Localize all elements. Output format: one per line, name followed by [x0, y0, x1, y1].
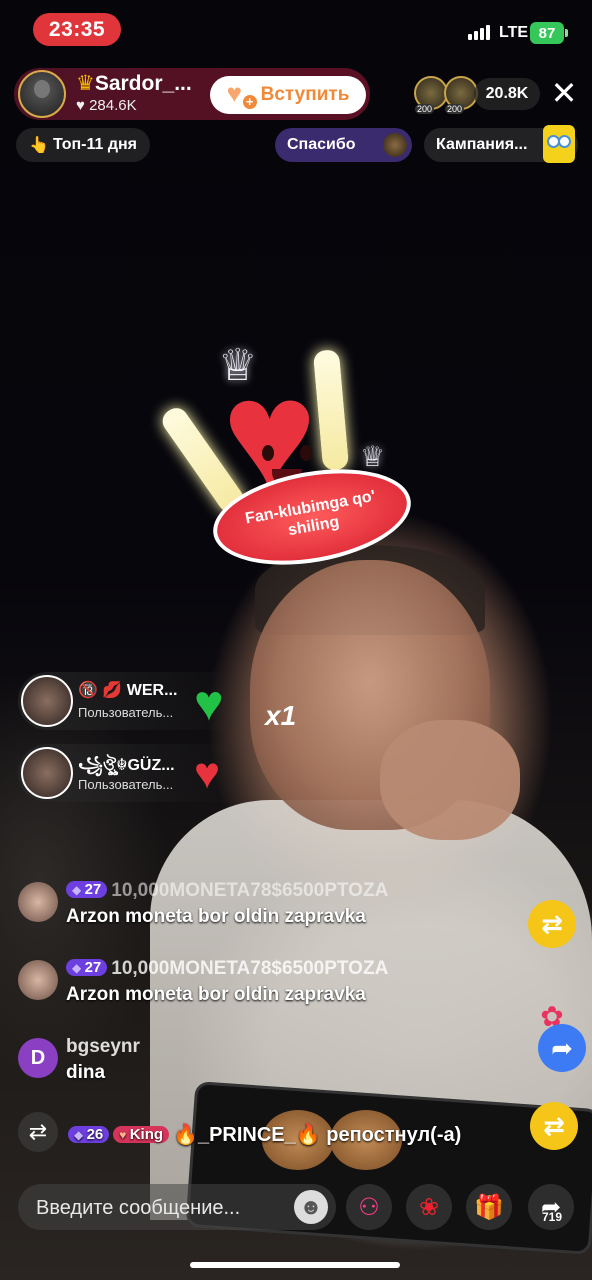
chat-avatar[interactable] — [18, 882, 58, 922]
signal-icon — [468, 25, 490, 40]
message-input-bar[interactable]: ☻ — [18, 1184, 336, 1232]
repost-button[interactable]: ⇄ — [530, 1102, 578, 1150]
streamer-hand — [380, 720, 520, 840]
repost-username: 🔥_PRINCE_🔥 — [173, 1124, 321, 1146]
gift-sender-sub: Пользователь... — [78, 705, 174, 720]
chat-avatar[interactable] — [18, 960, 58, 1000]
join-fan-club-button[interactable]: Вступить — [210, 76, 366, 114]
join-label: Вступить — [260, 84, 350, 105]
emoji-icon[interactable]: ☻ — [294, 1190, 328, 1224]
king-badge: King — [113, 1126, 170, 1143]
chat-username: bgseynr — [66, 1036, 140, 1057]
repost-notice: 26King🔥_PRINCE_🔥 репостнул(-а) — [68, 1122, 461, 1147]
gift-sender-avatar[interactable] — [21, 747, 73, 799]
thanks-label: Спасибо — [287, 136, 356, 153]
viewer-badge: 200 — [445, 104, 465, 114]
tiara-icon: ♕ — [360, 441, 386, 472]
top-ranking-label: Топ-11 дня — [52, 136, 137, 153]
viewer-count[interactable]: 20.8K — [474, 78, 540, 110]
battery-icon: 87 — [530, 22, 568, 44]
repost-icon: ⇄ — [18, 1112, 58, 1152]
campaign-label: Кампания... — [436, 136, 528, 153]
viewer-badge: 200 — [415, 104, 435, 114]
network-type: LTE — [499, 24, 529, 41]
chat-text: Arzon moneta bor oldin zapravka — [66, 906, 366, 927]
gift-sender-sub: Пользователь... — [78, 777, 174, 792]
top-viewer-avatar[interactable]: 200 — [444, 76, 478, 114]
chat-text: dina — [66, 1062, 106, 1083]
gift-sender-name: 🔞 💋 WER... — [78, 682, 178, 699]
gift-multiplier: x1 — [265, 700, 297, 731]
fan-club-sticker[interactable]: ♕ ♕ Fan-klubimga qo'shiling — [157, 340, 440, 600]
green-heart-gift-icon: ♥ — [194, 675, 224, 731]
heart-mascot-gift-icon: ♥ — [194, 749, 221, 798]
thanks-avatar — [383, 133, 407, 157]
chat-username: 10,000MONETA78$6500PTOZA — [111, 880, 389, 901]
host-avatar[interactable] — [18, 70, 66, 118]
hand-icon: 👆 — [29, 137, 49, 154]
top-viewer-avatar[interactable]: 200 — [414, 76, 448, 114]
repost-action: репостнул(-а) — [326, 1124, 462, 1146]
close-icon[interactable]: ✕ — [548, 77, 580, 110]
heart-icon: ♥ — [76, 97, 90, 114]
join-heart-icon — [227, 78, 257, 109]
level-badge: 27 — [66, 959, 108, 976]
thanks-pill[interactable]: Спасибо — [275, 128, 412, 162]
status-time: 23:35 — [33, 13, 121, 46]
rose-icon[interactable]: ❀ — [406, 1184, 452, 1230]
status-bar: 23:35 LTE 87 — [0, 0, 592, 62]
top-ranking-pill[interactable]: 👆 Топ-11 дня — [16, 128, 150, 162]
spongebob-icon — [543, 125, 575, 163]
host-name: Sardor_... — [94, 72, 192, 95]
multi-guest-icon[interactable]: ⚇ — [346, 1184, 392, 1230]
home-indicator — [190, 1262, 400, 1268]
share-button[interactable]: ➦ — [538, 1024, 586, 1072]
level-badge: 27 — [66, 881, 108, 898]
gift-icon[interactable]: 🎁 — [466, 1184, 512, 1230]
host-likes: 284.6K — [89, 97, 137, 114]
chat-avatar[interactable]: D — [18, 1038, 58, 1078]
crown-icon: ♛ — [76, 72, 95, 95]
chat-username: 10,000MONETA78$6500PTOZA — [111, 958, 389, 979]
chat-text: Arzon moneta bor oldin zapravka — [66, 984, 366, 1005]
repost-button[interactable]: ⇄ — [528, 900, 576, 948]
campaign-pill[interactable]: Кампания... — [424, 125, 578, 163]
level-badge: 26 — [68, 1126, 110, 1143]
gift-sender-avatar[interactable] — [21, 675, 73, 727]
share-count: 719 — [542, 1210, 563, 1224]
message-input[interactable] — [34, 1184, 288, 1232]
